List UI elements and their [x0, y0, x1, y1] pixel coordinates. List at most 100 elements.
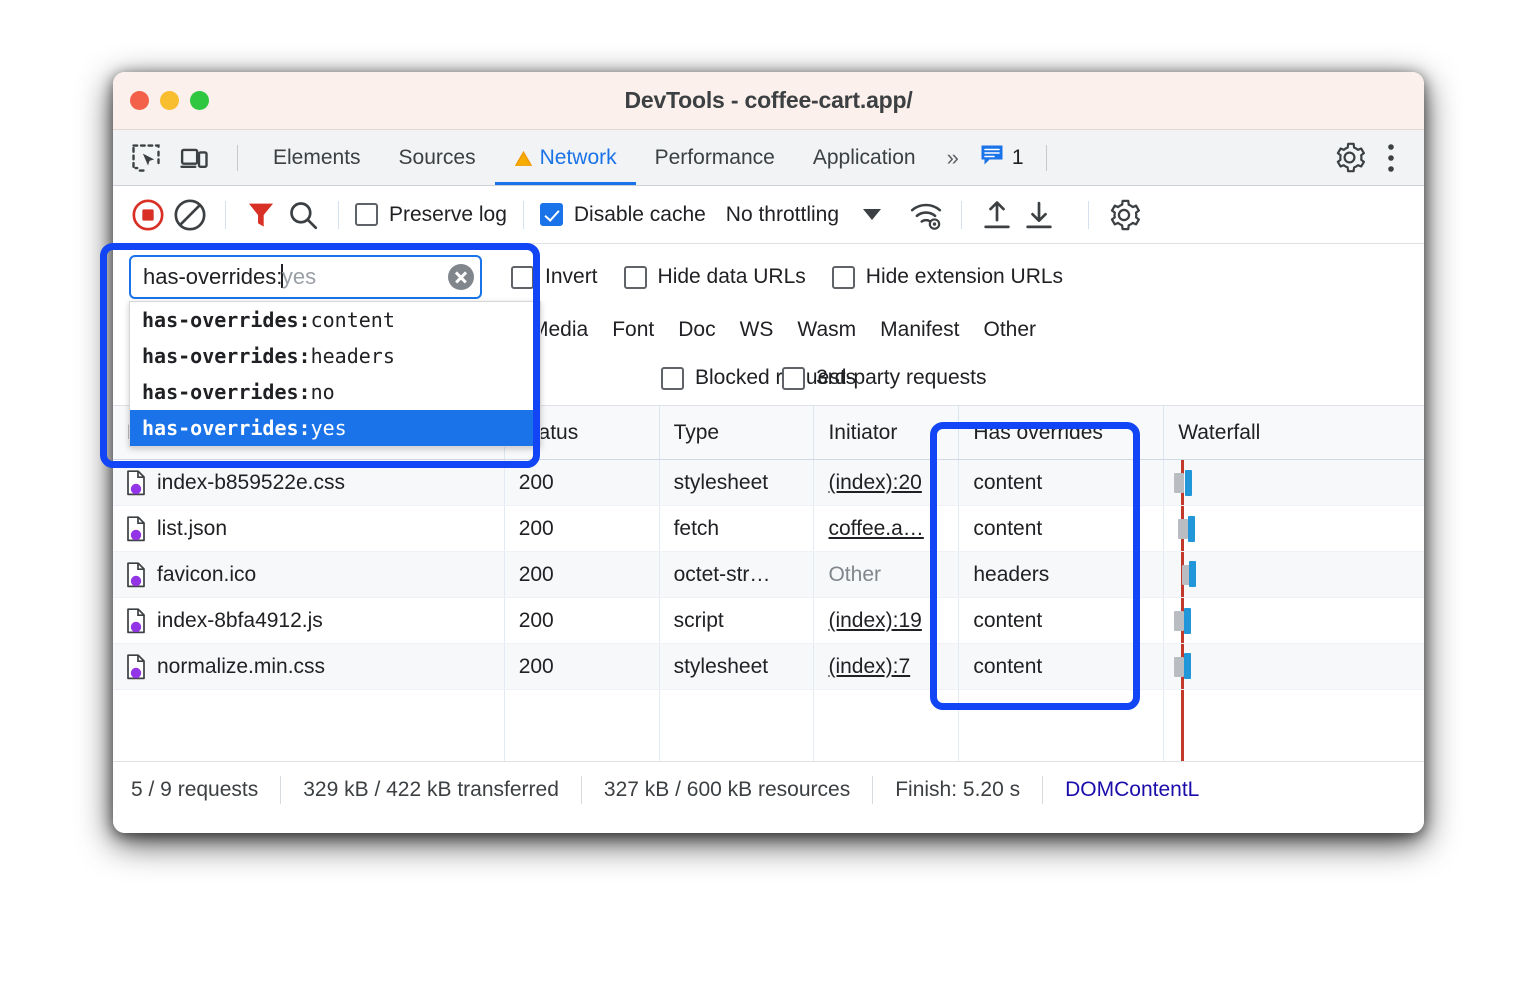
tab-label: Performance — [655, 146, 775, 170]
autocomplete-option[interactable]: has-overrides:content — [130, 302, 540, 338]
settings-button[interactable] — [1330, 139, 1368, 177]
throttling-select[interactable]: No throttling — [726, 203, 839, 227]
table-row[interactable]: normalize.min.css 200 stylesheet (index)… — [113, 644, 1424, 690]
tab-elements[interactable]: Elements — [254, 130, 380, 185]
waterfall-dcl-line — [1181, 690, 1184, 736]
column-header-waterfall[interactable]: Waterfall — [1164, 406, 1424, 459]
table-row[interactable]: index-b859522e.css 200 stylesheet (index… — [113, 460, 1424, 506]
search-button[interactable] — [284, 196, 322, 234]
hide-extension-urls-checkbox[interactable]: Hide extension URLs — [832, 265, 1063, 289]
request-name: favicon.ico — [157, 563, 256, 587]
export-har-button[interactable] — [1020, 196, 1058, 234]
invert-checkbox[interactable]: Invert — [511, 265, 598, 289]
checkbox-box — [832, 266, 855, 289]
invert-label: Invert — [545, 265, 598, 289]
waterfall-wait-bar — [1174, 657, 1184, 677]
chip-font[interactable]: Font — [612, 318, 654, 342]
filter-button[interactable] — [242, 196, 280, 234]
filter-ghost-text: yes — [282, 264, 316, 289]
chip-ws[interactable]: WS — [740, 318, 774, 342]
cell-has-overrides: content — [959, 506, 1164, 551]
console-messages-indicator[interactable]: 1 — [968, 144, 1036, 171]
checkbox-box — [511, 266, 534, 289]
filter-input[interactable]: has-overrides:yes — [129, 255, 482, 299]
autocomplete-option[interactable]: has-overrides:headers — [130, 338, 540, 374]
hide-data-urls-checkbox[interactable]: Hide data URLs — [624, 265, 806, 289]
cell-waterfall — [1164, 644, 1424, 689]
network-toolbar: Preserve log Disable cache No throttling — [113, 186, 1424, 244]
cell-name: list.json — [113, 506, 505, 551]
divider — [1088, 201, 1089, 229]
clear-input-icon[interactable] — [448, 264, 474, 290]
initiator-link[interactable]: (index):20 — [828, 471, 921, 495]
document-override-icon — [125, 470, 147, 496]
column-header-initiator[interactable]: Initiator — [814, 406, 959, 459]
device-toolbar-icon[interactable] — [179, 143, 209, 173]
request-name: normalize.min.css — [157, 655, 325, 679]
checkbox-box — [355, 203, 378, 226]
hide-data-urls-label: Hide data URLs — [658, 265, 806, 289]
tab-label: Application — [813, 146, 916, 170]
cell-name: index-b859522e.css — [113, 460, 505, 505]
network-conditions-button[interactable] — [907, 196, 945, 234]
divider — [961, 201, 962, 229]
tab-network[interactable]: Network — [495, 130, 636, 185]
record-button[interactable] — [129, 196, 167, 234]
chip-manifest[interactable]: Manifest — [880, 318, 959, 342]
chip-other[interactable]: Other — [984, 318, 1037, 342]
upload-har-icon — [980, 198, 1014, 232]
checkbox-box — [540, 203, 563, 226]
chevron-down-icon[interactable] — [863, 209, 881, 220]
preserve-log-checkbox[interactable]: Preserve log — [355, 203, 507, 227]
clear-button[interactable] — [171, 196, 209, 234]
disable-cache-checkbox[interactable]: Disable cache — [540, 203, 706, 227]
initiator-link[interactable]: (index):19 — [828, 609, 921, 633]
tab-application[interactable]: Application — [794, 130, 935, 185]
autocomplete-option[interactable]: has-overrides:no — [130, 374, 540, 410]
filter-checkbox-row-2: Blocked requests 3rd-party requests — [761, 366, 1011, 390]
inspect-element-icon[interactable] — [131, 143, 161, 173]
table-row[interactable]: index-8bfa4912.js 200 script (index):19 … — [113, 598, 1424, 644]
tab-strip-right-icons — [1330, 139, 1424, 177]
gear-icon — [1334, 142, 1365, 173]
tab-strip-left-icons — [113, 143, 248, 173]
option-prefix: has-overrides: — [142, 416, 311, 440]
cell-initiator[interactable]: coffee.a… — [814, 506, 959, 551]
cell-has-overrides: headers — [959, 552, 1164, 597]
cell-type: script — [660, 598, 815, 643]
resource-type-chips: Media Font Doc WS Wasm Manifest Other — [531, 318, 1036, 342]
initiator-text: Other — [828, 563, 881, 587]
cell-initiator[interactable]: (index):20 — [814, 460, 959, 505]
tab-performance[interactable]: Performance — [636, 130, 794, 185]
column-header-has-overrides[interactable]: Has overrides — [959, 406, 1164, 459]
cell-has-overrides: content — [959, 460, 1164, 505]
wifi-settings-icon — [909, 198, 943, 232]
cell-status: 200 — [505, 460, 660, 505]
more-options-button[interactable] — [1372, 139, 1410, 177]
option-suffix: no — [311, 380, 335, 404]
cell-initiator[interactable]: (index):7 — [814, 644, 959, 689]
more-tabs-button[interactable]: » — [935, 145, 968, 171]
table-row[interactable]: list.json 200 fetch coffee.a… content — [113, 506, 1424, 552]
import-har-button[interactable] — [978, 196, 1016, 234]
option-suffix: content — [311, 308, 395, 332]
cell-status: 200 — [505, 644, 660, 689]
network-settings-button[interactable] — [1105, 196, 1143, 234]
table-row[interactable]: favicon.ico 200 octet-str… Other headers — [113, 552, 1424, 598]
third-party-requests-checkbox[interactable]: 3rd-party requests — [782, 366, 986, 390]
tab-label: Network — [540, 146, 617, 170]
filter-autocomplete-dropdown[interactable]: has-overrides:content has-overrides:head… — [129, 301, 541, 447]
kebab-menu-icon — [1388, 143, 1394, 173]
chip-doc[interactable]: Doc — [678, 318, 715, 342]
waterfall-wait-bar — [1178, 519, 1188, 539]
cell-initiator: Other — [814, 552, 959, 597]
autocomplete-option-selected[interactable]: has-overrides:yes — [130, 410, 540, 446]
initiator-link[interactable]: (index):7 — [828, 655, 910, 679]
title-bar: DevTools - coffee-cart.app/ — [113, 72, 1424, 130]
column-header-type[interactable]: Type — [660, 406, 815, 459]
cell-initiator[interactable]: (index):19 — [814, 598, 959, 643]
tab-sources[interactable]: Sources — [380, 130, 495, 185]
message-count: 1 — [1012, 146, 1024, 170]
chip-wasm[interactable]: Wasm — [797, 318, 856, 342]
initiator-link[interactable]: coffee.a… — [828, 517, 923, 541]
